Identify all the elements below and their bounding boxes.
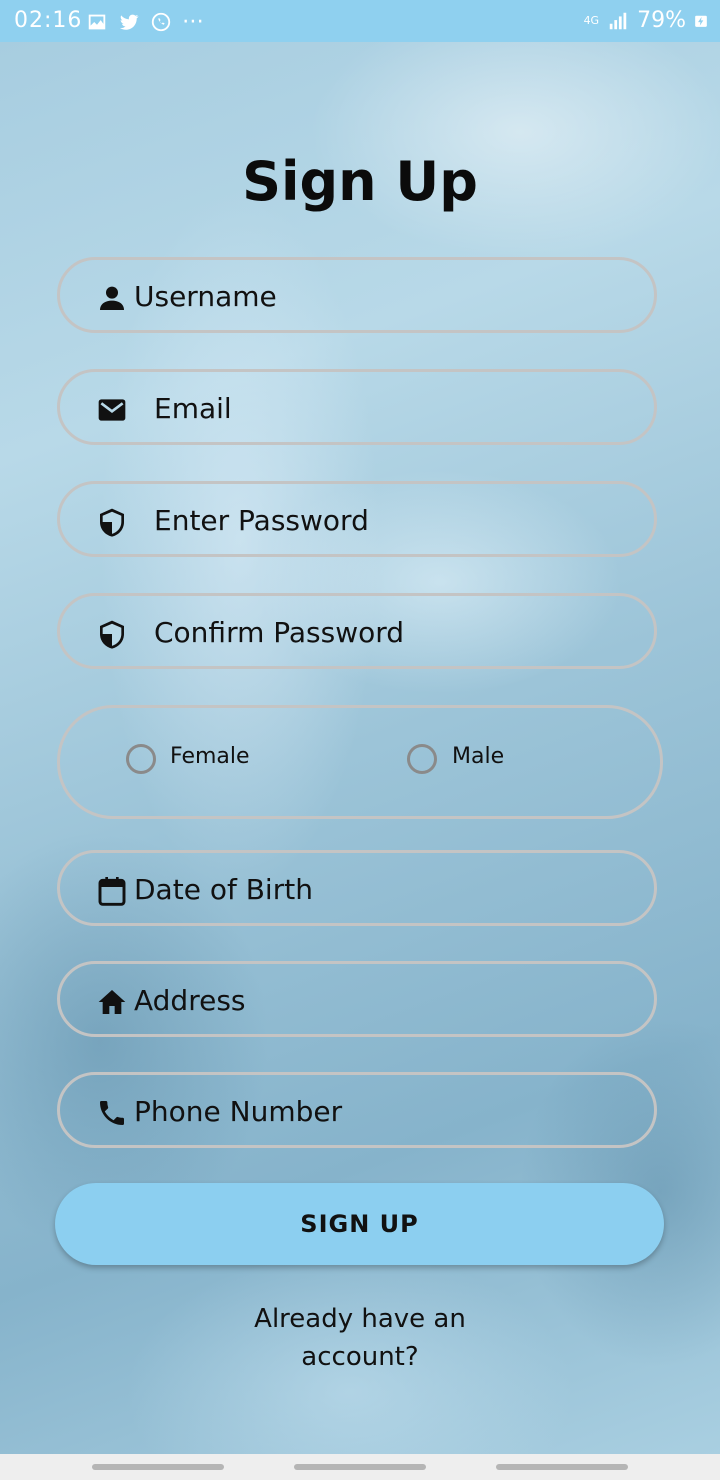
gender-radio-group: Female Male (57, 705, 663, 819)
confirm-password-placeholder: Confirm Password (154, 616, 405, 649)
password-placeholder: Enter Password (154, 504, 369, 537)
gallery-icon (88, 14, 106, 29)
radio-female[interactable] (126, 744, 156, 774)
phone-placeholder: Phone Number (134, 1095, 343, 1128)
mail-icon (98, 399, 126, 421)
email-placeholder: Email (154, 392, 232, 425)
calendar-icon (98, 877, 126, 906)
person-icon (100, 286, 124, 310)
login-link[interactable]: Already have an account? (220, 1300, 500, 1376)
password-field[interactable]: Enter Password (57, 481, 657, 557)
more-icon: ⋯ (182, 9, 206, 34)
system-nav-bar (0, 1454, 720, 1480)
shield-icon (100, 620, 124, 649)
twitter-icon (119, 14, 139, 30)
whatsapp-icon (151, 12, 171, 31)
radio-male[interactable] (407, 744, 437, 774)
battery-percent: 79% (637, 8, 686, 33)
status-bar: 02:16 ⋯ 4G 79% (0, 0, 720, 42)
address-field[interactable]: Address (57, 961, 657, 1037)
status-time: 02:16 (14, 8, 83, 33)
nav-home-handle[interactable] (294, 1464, 426, 1470)
username-field[interactable]: Username (57, 257, 657, 333)
confirm-password-field[interactable]: Confirm Password (57, 593, 657, 669)
home-icon (98, 990, 126, 1014)
radio-female-label[interactable]: Female (170, 744, 250, 769)
page-title: Sign Up (242, 150, 478, 213)
radio-male-label[interactable]: Male (452, 744, 504, 769)
battery-charging-icon (695, 15, 707, 27)
status-right-icons: 4G 79% (584, 8, 708, 33)
phone-icon (100, 1101, 124, 1125)
network-type: 4G (583, 14, 600, 27)
shield-icon (100, 508, 124, 537)
email-field[interactable]: Email (57, 369, 657, 445)
nav-recents-handle[interactable] (92, 1464, 224, 1470)
address-placeholder: Address (134, 984, 246, 1017)
signal-icon (609, 12, 627, 29)
username-placeholder: Username (134, 280, 277, 313)
nav-back-handle[interactable] (496, 1464, 628, 1470)
sign-up-button[interactable]: SIGN UP (55, 1183, 664, 1265)
phone-field[interactable]: Phone Number (57, 1072, 657, 1148)
dob-placeholder: Date of Birth (134, 873, 313, 906)
dob-field[interactable]: Date of Birth (57, 850, 657, 926)
status-left-icons: ⋯ (86, 9, 206, 34)
